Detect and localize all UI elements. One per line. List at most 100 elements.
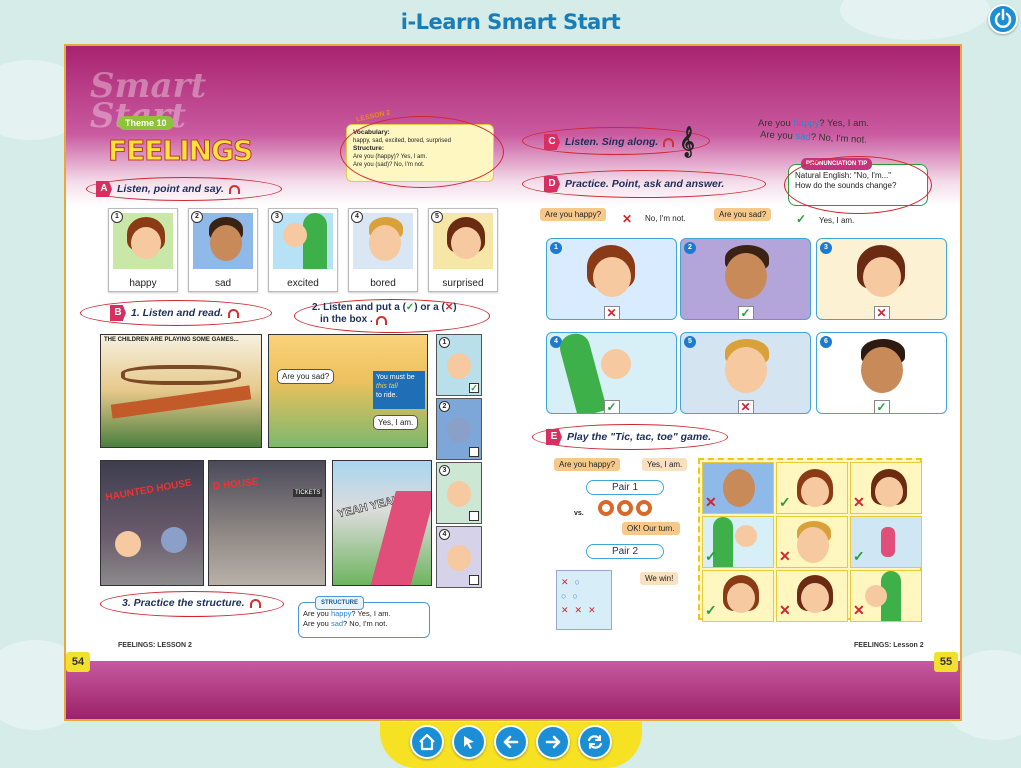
power-button[interactable] bbox=[988, 4, 1018, 34]
practice-mark[interactable]: ✓ bbox=[873, 400, 890, 413]
story-panel-2[interactable]: Are you sad? You must be this tall to ri… bbox=[268, 334, 428, 448]
pair-1-button[interactable]: Pair 1 bbox=[586, 480, 664, 495]
next-icon bbox=[545, 735, 561, 749]
song-1c: ? Yes, I am. bbox=[819, 118, 869, 129]
headphones-icon[interactable] bbox=[228, 308, 240, 318]
board-mark: ✓ bbox=[779, 494, 791, 510]
structure-line1a: Are you bbox=[303, 609, 331, 618]
practice-mark[interactable]: ✓ bbox=[603, 400, 620, 413]
dialog-question-2: Are you sad? bbox=[714, 208, 772, 221]
story-panel-1[interactable]: THE CHILDREN ARE PLAYING SOME GAMES... bbox=[100, 334, 262, 448]
power-icon bbox=[994, 8, 1012, 28]
height-sign-text: You must be bbox=[376, 374, 415, 381]
vocab-card[interactable]: 2 sad bbox=[188, 208, 258, 292]
game-question: Are you happy? bbox=[554, 458, 621, 471]
practice-card[interactable]: 2 ✓ bbox=[680, 238, 811, 320]
section-c-heading[interactable]: C Listen. Sing along. 𝄞 bbox=[544, 127, 695, 157]
song-1a: Are you bbox=[758, 118, 794, 129]
vocab-card[interactable]: 5 surprised bbox=[428, 208, 498, 292]
answer-checkbox[interactable]: ✓ bbox=[469, 383, 479, 393]
practice-mark[interactable]: ✕ bbox=[873, 306, 890, 319]
our-turn-bubble: OK! Our turn. bbox=[622, 522, 680, 535]
board-cell[interactable]: ✕ bbox=[850, 462, 922, 514]
practice-number: 2 bbox=[684, 242, 696, 254]
section-b3-heading[interactable]: 3. Practice the structure. bbox=[122, 597, 261, 609]
section-b2-heading[interactable]: 2. Listen and put a (✓) or a (✕) in the … bbox=[312, 302, 484, 326]
practice-mark[interactable]: ✓ bbox=[737, 306, 754, 319]
headphones-icon[interactable] bbox=[663, 137, 675, 147]
home-button[interactable] bbox=[410, 725, 444, 759]
vocab-card[interactable]: 1 happy bbox=[108, 208, 178, 292]
story-panel-4[interactable]: D HOUSE TICKETS bbox=[208, 460, 326, 586]
height-sign-text2: to ride. bbox=[376, 392, 398, 399]
story-panel-3[interactable]: HAUNTED HOUSE bbox=[100, 460, 204, 586]
haunted-sign-2: D HOUSE bbox=[212, 476, 260, 493]
structure-box: STRUCTURE Are you happy? Yes, I am. Are … bbox=[298, 596, 430, 638]
board-mark: ✓ bbox=[705, 548, 717, 564]
answer-strip-4[interactable]: 4 bbox=[436, 526, 482, 588]
section-b1-text: 1. Listen and read. bbox=[131, 307, 224, 319]
board-mark: ✓ bbox=[853, 548, 865, 564]
section-d-heading[interactable]: D Practice. Point, ask and answer. bbox=[544, 176, 724, 192]
answer-checkbox[interactable] bbox=[469, 511, 479, 521]
section-e-badge: E bbox=[546, 429, 562, 445]
headphones-icon[interactable] bbox=[249, 598, 261, 608]
tic-tac-toe-board[interactable]: ✕ ✓ ✕ ✓ ✕ ✓ ✓ ✕ ✕ bbox=[698, 458, 922, 622]
strip-number: 3 bbox=[439, 465, 450, 476]
section-e-heading[interactable]: E Play the "Tic, tac, toe" game. bbox=[546, 429, 711, 445]
practice-mark[interactable]: ✕ bbox=[737, 400, 754, 413]
card-label: sad bbox=[214, 278, 232, 289]
practice-number: 6 bbox=[820, 336, 832, 348]
pair-2-button[interactable]: Pair 2 bbox=[586, 544, 664, 559]
practice-card[interactable]: 3 ✕ bbox=[816, 238, 947, 320]
board-cell[interactable]: ✕ bbox=[702, 462, 774, 514]
answer-strip-1[interactable]: 1 ✓ bbox=[436, 334, 482, 396]
card-label: bored bbox=[370, 278, 396, 289]
practice-mark[interactable]: ✕ bbox=[603, 306, 620, 319]
section-b2-text-c: ) bbox=[453, 302, 457, 313]
answer-strip-2[interactable]: 2 bbox=[436, 398, 482, 460]
vs-label: vs. bbox=[574, 510, 584, 517]
board-cell[interactable]: ✓ bbox=[776, 462, 848, 514]
board-cell[interactable]: ✕ bbox=[776, 516, 848, 568]
board-cell[interactable]: ✓ bbox=[702, 516, 774, 568]
headphones-icon[interactable] bbox=[228, 184, 240, 194]
card-label: happy bbox=[129, 278, 157, 289]
headphones-icon[interactable] bbox=[375, 315, 387, 325]
section-a-badge: A bbox=[96, 181, 112, 197]
section-b1-heading[interactable]: B 1. Listen and read. bbox=[110, 305, 240, 321]
bottom-navigation bbox=[380, 722, 642, 768]
vocab-card[interactable]: 4 bored bbox=[348, 208, 418, 292]
refresh-button[interactable] bbox=[578, 725, 612, 759]
board-cell[interactable]: ✓ bbox=[850, 516, 922, 568]
height-sign-mark: this tall bbox=[376, 383, 398, 390]
previous-page-button[interactable] bbox=[494, 725, 528, 759]
strip-number: 4 bbox=[439, 529, 450, 540]
card-label: surprised bbox=[442, 278, 484, 289]
practice-card[interactable]: 5 ✕ bbox=[680, 332, 811, 414]
board-cell[interactable]: ✓ bbox=[702, 570, 774, 622]
board-mark: ✕ bbox=[779, 602, 791, 618]
answer-checkbox[interactable] bbox=[469, 575, 479, 585]
board-cell[interactable]: ✕ bbox=[776, 570, 848, 622]
pointer-button[interactable] bbox=[452, 725, 486, 759]
practice-card[interactable]: 6 ✓ bbox=[816, 332, 947, 414]
check-icon: ✓ bbox=[405, 302, 415, 313]
vocab-card[interactable]: 3 excited bbox=[268, 208, 338, 292]
section-c-badge: C bbox=[544, 134, 560, 150]
next-page-button[interactable] bbox=[536, 725, 570, 759]
practice-card[interactable]: 1 ✕ bbox=[546, 238, 677, 320]
story-caption: THE CHILDREN ARE PLAYING SOME GAMES... bbox=[104, 337, 239, 343]
board-mark: ✕ bbox=[779, 548, 791, 564]
answer-strip-3[interactable]: 3 bbox=[436, 462, 482, 524]
section-a-text: Listen, point and say. bbox=[117, 183, 224, 195]
song-2a: Are you bbox=[759, 129, 796, 143]
board-cell[interactable]: ✕ bbox=[850, 570, 922, 622]
app-title: i-Learn Smart Start bbox=[400, 10, 621, 34]
answer-checkbox[interactable] bbox=[469, 447, 479, 457]
section-a-heading[interactable]: A Listen, point and say. bbox=[96, 181, 240, 197]
treble-clef-icon: 𝄞 bbox=[679, 127, 695, 157]
structure-word1: happy bbox=[330, 609, 352, 618]
story-panel-5[interactable]: YEAH YEAH bbox=[332, 460, 432, 586]
practice-card[interactable]: 4 ✓ bbox=[546, 332, 677, 414]
